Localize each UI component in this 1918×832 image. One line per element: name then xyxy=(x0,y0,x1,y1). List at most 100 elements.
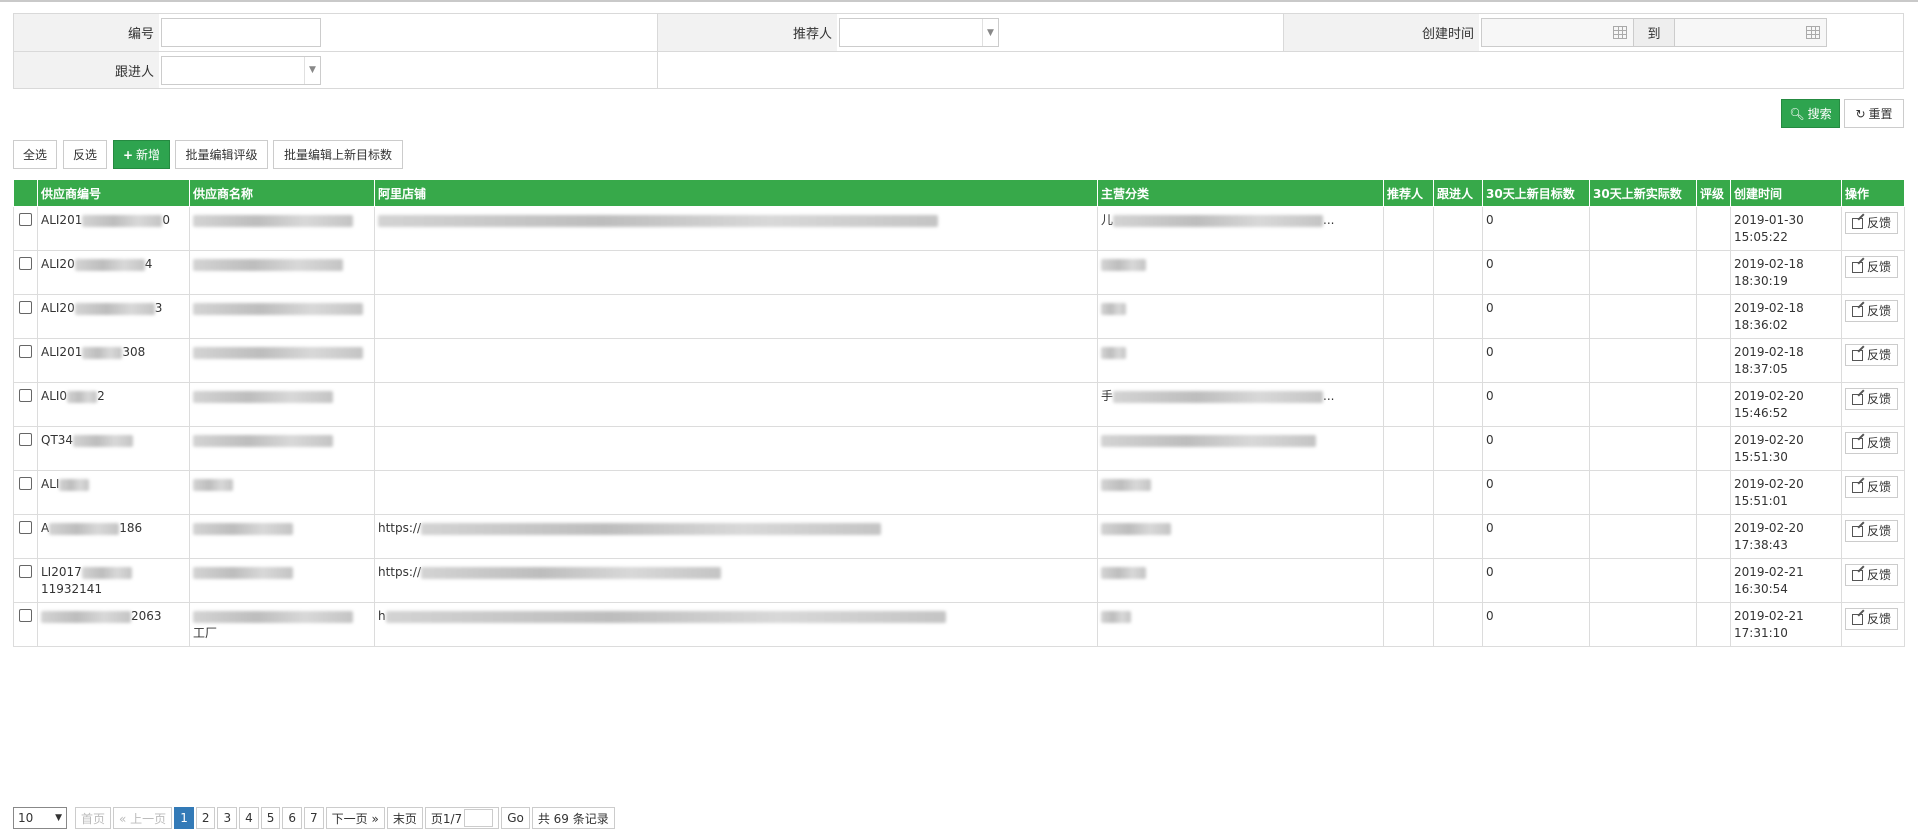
redacted-text xyxy=(74,258,145,271)
row-checkbox[interactable] xyxy=(19,521,32,534)
page-3-button[interactable]: 3 xyxy=(217,807,238,829)
row-checkbox[interactable] xyxy=(19,257,32,270)
feedback-button[interactable]: 反馈 xyxy=(1845,564,1899,586)
end-date-input[interactable] xyxy=(1674,18,1827,47)
follower-select[interactable]: ▼ xyxy=(161,55,321,85)
header-target-30d[interactable]: 30天上新目标数 xyxy=(1482,179,1590,207)
created-time-label: 创建时间 xyxy=(1284,14,1479,51)
ali-shop-cell: https:// xyxy=(374,514,1098,559)
feedback-button[interactable]: 反馈 xyxy=(1845,300,1899,322)
feedback-button[interactable]: 反馈 xyxy=(1845,520,1899,542)
referrer-select[interactable]: ▼ xyxy=(839,18,999,47)
header-actual-30d[interactable]: 30天上新实际数 xyxy=(1589,179,1697,207)
header-created-time[interactable]: 创建时间 xyxy=(1730,179,1842,207)
row-checkbox[interactable] xyxy=(19,389,32,402)
header-supplier-name[interactable]: 供应商名称 xyxy=(189,179,375,207)
row-checkbox-cell xyxy=(13,338,38,383)
feedback-button[interactable]: 反馈 xyxy=(1845,608,1899,630)
redacted-text xyxy=(193,346,363,359)
feedback-button[interactable]: 反馈 xyxy=(1845,212,1899,234)
header-follower[interactable]: 跟进人 xyxy=(1433,179,1483,207)
feedback-button[interactable]: 反馈 xyxy=(1845,388,1899,410)
feedback-button[interactable]: 反馈 xyxy=(1845,432,1899,454)
feedback-button[interactable]: 反馈 xyxy=(1845,476,1899,498)
supplier-id-cell: ALI xyxy=(37,470,190,515)
redacted-text xyxy=(1101,346,1126,359)
supplier-name-cell xyxy=(189,470,375,515)
row-checkbox[interactable] xyxy=(19,433,32,446)
redacted-text xyxy=(193,390,333,403)
redacted-text xyxy=(74,302,155,315)
batch-edit-rating-button[interactable]: 批量编辑评级 xyxy=(175,140,268,169)
feedback-button[interactable]: 反馈 xyxy=(1845,344,1899,366)
header-checkbox xyxy=(13,179,38,207)
add-button[interactable]: + 新增 xyxy=(113,140,170,169)
created-time-cell: 2019-02-18 18:36:02 xyxy=(1730,294,1842,339)
row-checkbox-cell xyxy=(13,602,38,647)
table-row: QT34 0 2019-02-20 15:51:30 反馈 xyxy=(13,426,1905,471)
redacted-text xyxy=(1101,566,1146,579)
feedback-button[interactable]: 反馈 xyxy=(1845,256,1899,278)
created-time-cell: 2019-02-20 15:46:52 xyxy=(1730,382,1842,427)
redacted-text xyxy=(378,214,938,227)
row-checkbox[interactable] xyxy=(19,565,32,578)
rating-cell xyxy=(1696,602,1731,647)
supplier-id-cell: ALI20 3 xyxy=(37,294,190,339)
supplier-id-cell: LI201711932141 xyxy=(37,558,190,603)
page-4-button[interactable]: 4 xyxy=(239,807,259,829)
referrer-cell xyxy=(1383,602,1434,647)
actual-30d-cell xyxy=(1589,382,1697,427)
last-page-button[interactable]: 末页 xyxy=(386,807,423,829)
row-checkbox-cell xyxy=(13,294,38,339)
rating-cell xyxy=(1696,514,1731,559)
category-cell xyxy=(1097,602,1384,647)
page-6-button[interactable]: 6 xyxy=(282,807,303,829)
edit-icon xyxy=(1852,569,1863,581)
row-checkbox[interactable] xyxy=(19,477,32,490)
follower-cell xyxy=(1433,382,1483,427)
first-page-button[interactable]: 首页 xyxy=(75,807,112,829)
created-time-cell: 2019-02-21 17:31:10 xyxy=(1730,602,1842,647)
edit-icon xyxy=(1852,525,1863,537)
header-rating[interactable]: 评级 xyxy=(1696,179,1731,207)
category-cell xyxy=(1097,338,1384,383)
reset-button[interactable]: ↻ 重置 xyxy=(1844,99,1904,128)
prev-page-button[interactable]: « 上一页 xyxy=(113,807,173,829)
redacted-text xyxy=(385,610,946,623)
go-button[interactable]: Go xyxy=(501,807,530,829)
target-30d-cell: 0 xyxy=(1482,514,1590,559)
header-supplier-id[interactable]: 供应商编号 xyxy=(37,179,190,207)
top-border xyxy=(0,0,1918,2)
header-ali-shop[interactable]: 阿里店铺 xyxy=(374,179,1098,207)
edit-icon xyxy=(1852,613,1863,625)
page-1-button[interactable]: 1 xyxy=(174,807,194,829)
search-button[interactable]: 🔍︎ 搜索 xyxy=(1781,99,1840,128)
redacted-text xyxy=(73,434,134,447)
header-actions: 操作 xyxy=(1841,179,1905,207)
header-category[interactable]: 主营分类 xyxy=(1097,179,1384,207)
batch-edit-target-button[interactable]: 批量编辑上新目标数 xyxy=(273,140,403,169)
row-checkbox-cell xyxy=(13,514,38,559)
search-icon: 🔍︎ xyxy=(1789,106,1805,121)
redacted-text xyxy=(1101,610,1131,623)
header-referrer[interactable]: 推荐人 xyxy=(1383,179,1434,207)
row-checkbox[interactable] xyxy=(19,609,32,622)
next-page-button[interactable]: 下一页 » xyxy=(325,807,385,829)
invert-selection-button[interactable]: 反选 xyxy=(63,140,107,169)
rating-cell xyxy=(1696,338,1731,383)
select-all-button[interactable]: 全选 xyxy=(13,140,57,169)
page-5-button[interactable]: 5 xyxy=(260,807,281,829)
page-jump-input[interactable] xyxy=(464,809,494,827)
actual-30d-cell xyxy=(1589,514,1697,559)
page-7-button[interactable]: 7 xyxy=(304,807,324,829)
edit-icon xyxy=(1852,437,1863,449)
row-checkbox[interactable] xyxy=(19,213,32,226)
filter-row-1: 编号 推荐人 ▼ 创建时间 到 xyxy=(14,14,1903,51)
page-2-button[interactable]: 2 xyxy=(195,807,216,829)
id-input[interactable] xyxy=(161,18,321,47)
row-checkbox[interactable] xyxy=(19,345,32,358)
supplier-id-cell: QT34 xyxy=(37,426,190,471)
row-checkbox[interactable] xyxy=(19,301,32,314)
start-date-input[interactable] xyxy=(1481,18,1634,47)
page-size-select[interactable]: 10 ▼ xyxy=(13,807,67,829)
